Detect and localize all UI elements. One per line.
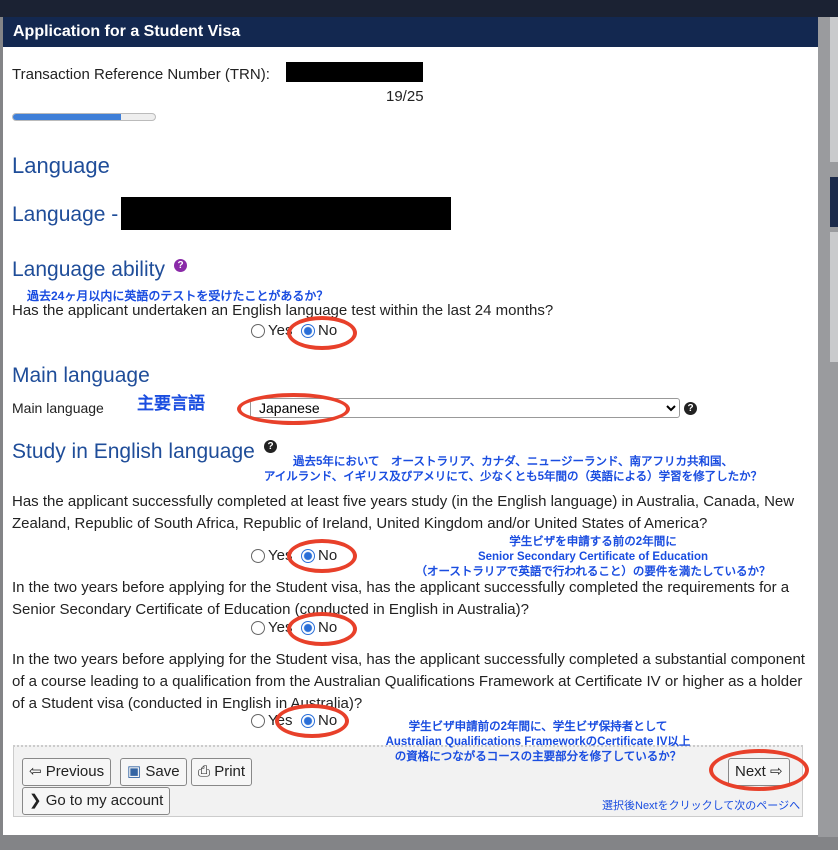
section-main-language: Main language (12, 364, 150, 387)
print-button[interactable]: ⎙ Print (191, 758, 253, 786)
scrollbar[interactable] (818, 17, 838, 837)
progress-text: 19/25 (386, 88, 424, 105)
highlight-circle (709, 749, 809, 791)
annotation-next: 選択後Nextをクリックして次のページへ (602, 800, 801, 812)
progress-bar (12, 113, 156, 121)
main-language-label: Main language (12, 400, 104, 416)
browser-top-bar (0, 0, 838, 17)
question-english-test: Has the applicant undertaken an English … (12, 302, 554, 319)
section-study-english: Study in English language (12, 440, 255, 463)
trn-label: Transaction Reference Number (TRN): (12, 66, 270, 83)
question-senior-secondary: In the two years before applying for the… (12, 579, 790, 618)
annotation-q3: 学生ビザを申請する前の2年間に Senior Secondary Certific… (415, 536, 771, 578)
application-panel: Application for a Student Visa Transacti… (3, 17, 818, 835)
arrow-left-icon: ⇦ (29, 763, 42, 780)
highlight-circle (287, 316, 357, 350)
highlight-circle (287, 539, 357, 573)
highlight-circle (237, 393, 350, 425)
progress-fill (13, 114, 121, 120)
highlight-circle (287, 612, 357, 646)
previous-button[interactable]: ⇦ Previous (22, 758, 112, 786)
help-icon[interactable]: ? (264, 440, 277, 453)
annotation-q2: 過去5年において オーストラリア、カナダ、ニュージーランド、南アフリカ共和国、ア… (263, 456, 763, 483)
name-redacted (121, 197, 451, 230)
section-language-sub: Language - (12, 203, 119, 226)
question-five-years-study: Has the applicant successfully completed… (12, 493, 795, 532)
window-title: Application for a Student Visa (3, 17, 818, 47)
trn-redacted (286, 62, 423, 82)
annotation-q4: 学生ビザ申請前の2年間に、学生ビザ保持者として Australian Qualif… (385, 721, 691, 763)
section-language: Language (12, 153, 110, 178)
question-aqf-certificate: In the two years before applying for the… (12, 651, 805, 712)
annotation-main-language: 主要言語 (137, 394, 205, 413)
help-icon[interactable]: ? (174, 259, 187, 272)
highlight-circle (275, 704, 349, 738)
help-icon[interactable]: ? (684, 402, 697, 415)
save-button[interactable]: ▣ Save (120, 758, 187, 786)
chevron-right-icon: ❯ (29, 792, 42, 809)
printer-icon: ⎙ (198, 763, 211, 780)
floppy-disk-icon: ▣ (127, 763, 142, 780)
go-to-account-button[interactable]: ❯ Go to my account (22, 787, 171, 815)
section-language-ability: Language ability (12, 258, 165, 281)
